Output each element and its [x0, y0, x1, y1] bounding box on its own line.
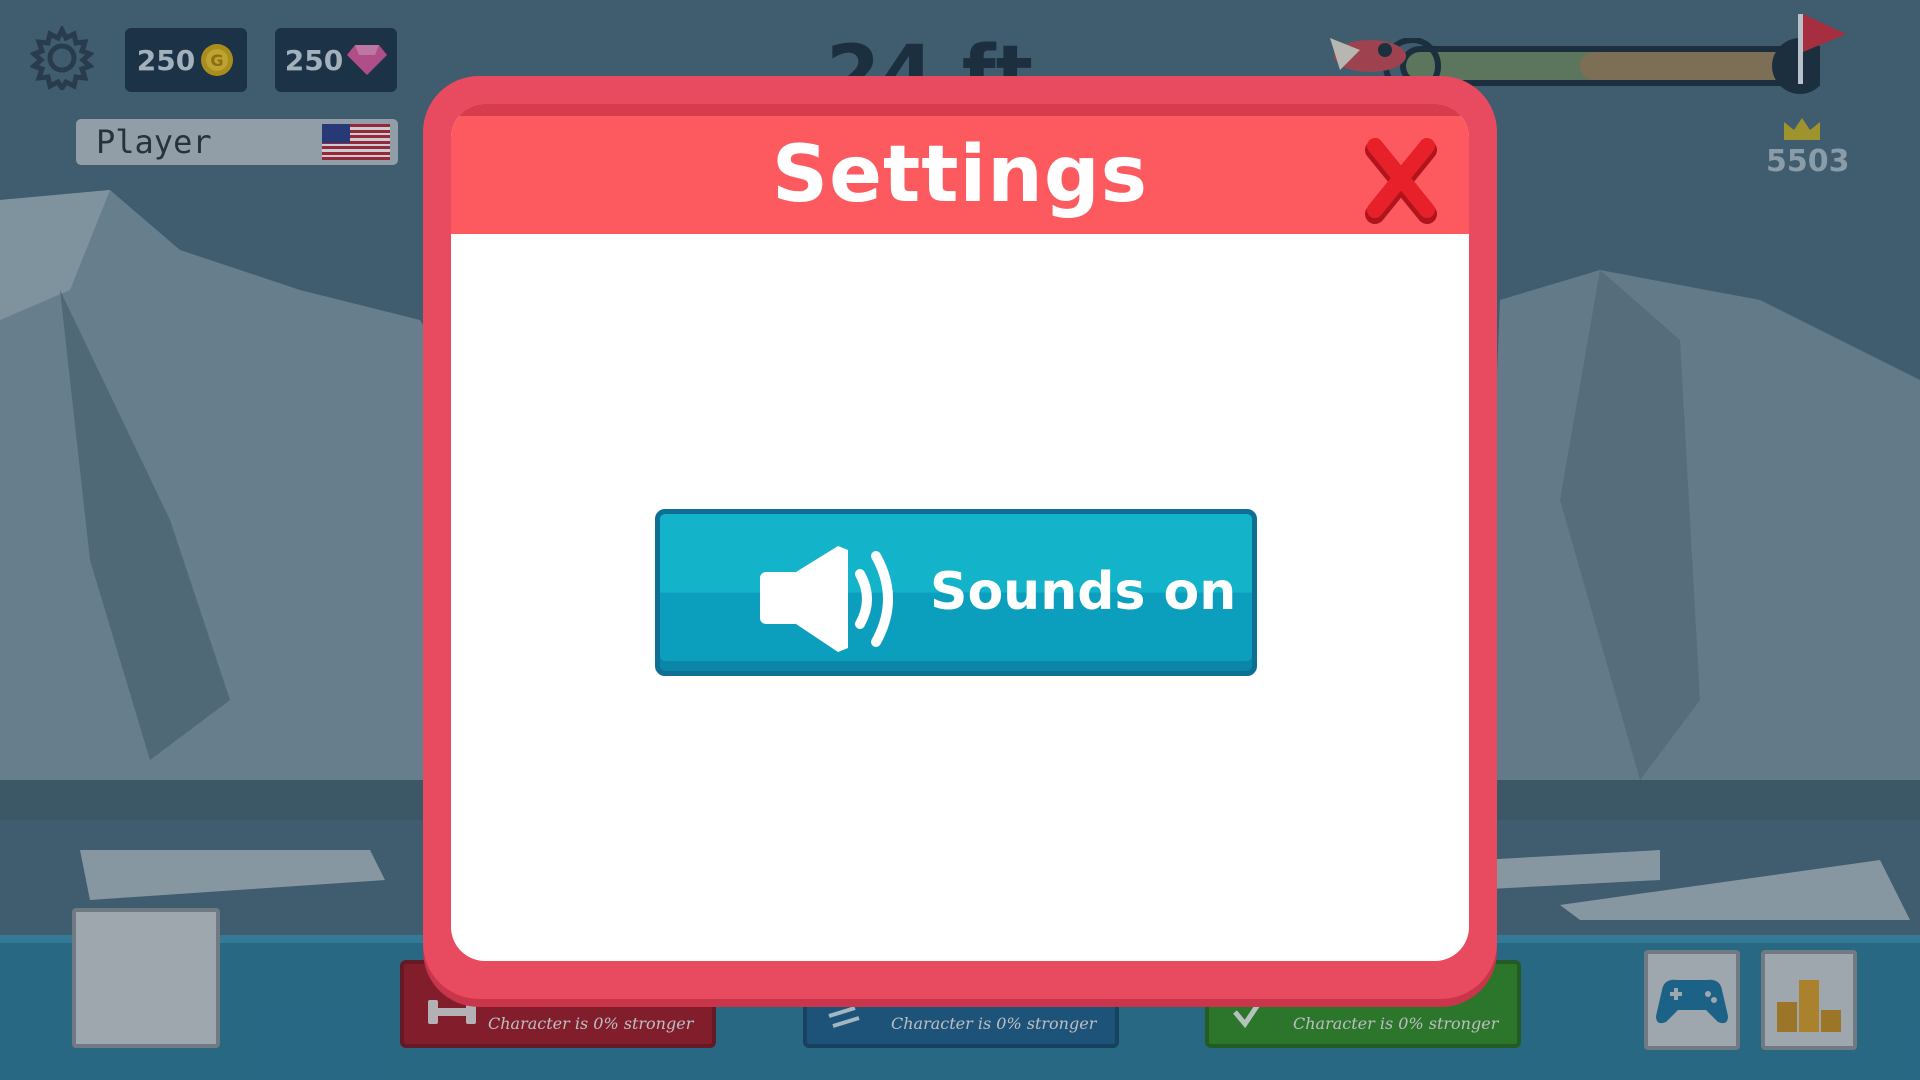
close-icon	[1365, 138, 1437, 224]
sound-toggle-button[interactable]: Sounds on	[655, 509, 1257, 676]
sound-toggle-label: Sounds on	[930, 562, 1237, 622]
settings-modal-header: Settings	[451, 104, 1469, 234]
modal-title: Settings	[771, 130, 1149, 220]
close-button[interactable]	[1361, 134, 1443, 226]
speaker-icon	[760, 546, 893, 652]
